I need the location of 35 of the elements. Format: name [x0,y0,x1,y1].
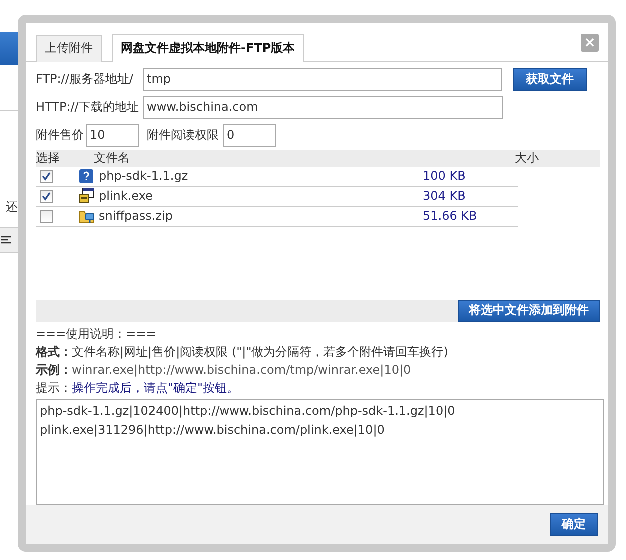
input-field[interactable]: 0 [223,124,276,147]
field-label: 附件阅读权限 [147,126,219,144]
align-icon[interactable] [1,236,11,245]
file-size: 51.66 KB [423,209,478,224]
file-name: php-sdk-1.1.gz [99,169,190,184]
file-size: 100 KB [423,169,466,184]
field-label: 附件售价 [36,126,84,144]
tip-note: 提示：操作完成后，请点"确定"按钮。 [36,380,240,397]
add-button[interactable]: 将选中文件添加到附件 [458,300,600,322]
tab[interactable]: 网盘文件虚拟本地附件-FTP版本 [112,34,304,62]
checkbox[interactable] [40,210,53,223]
input-field[interactable]: www.bischina.com [143,96,503,119]
checkbox[interactable] [40,170,53,183]
file-size: 304 KB [423,189,466,204]
folder-icon [79,208,95,224]
tab[interactable]: 上传附件 [36,34,102,62]
help-file-icon [79,168,94,184]
example-note: 示例：winrar.exe|http://www.bischina.com/tmp/winrar.exe|10|0 [36,362,412,379]
ok-button[interactable]: 确定 [550,512,598,536]
output-textarea[interactable]: php-sdk-1.1.gz|102400|http://www.bischina.com/php-sdk-1.1.gz|10|0 plink.exe|311296|http://www.bischina.com/plink.exe|10|0 [36,398,604,505]
input-field[interactable]: tmp [143,68,502,91]
field-label: HTTP://下载的地址 [36,98,140,116]
file-name: plink.exe [99,189,154,204]
checkbox[interactable] [40,190,53,203]
page-text: 还 [6,199,18,216]
help-title: ===使用说明：=== [36,326,158,343]
field-label: FTP://服务器地址/ [36,70,134,88]
column-header: 选择 [36,150,61,167]
input-field[interactable]: 10 [86,124,139,147]
format-note: 格式：文件名称|网址|售价|阅读权限 ("|"做为分隔符，若多个附件请回车换行) [36,344,450,361]
column-header: 文件名 [94,150,131,167]
fetch-button[interactable]: 获取文件 [513,68,587,91]
column-header: 大小 [515,150,539,167]
file-name: sniffpass.zip [99,209,174,224]
program-icon [79,188,95,204]
